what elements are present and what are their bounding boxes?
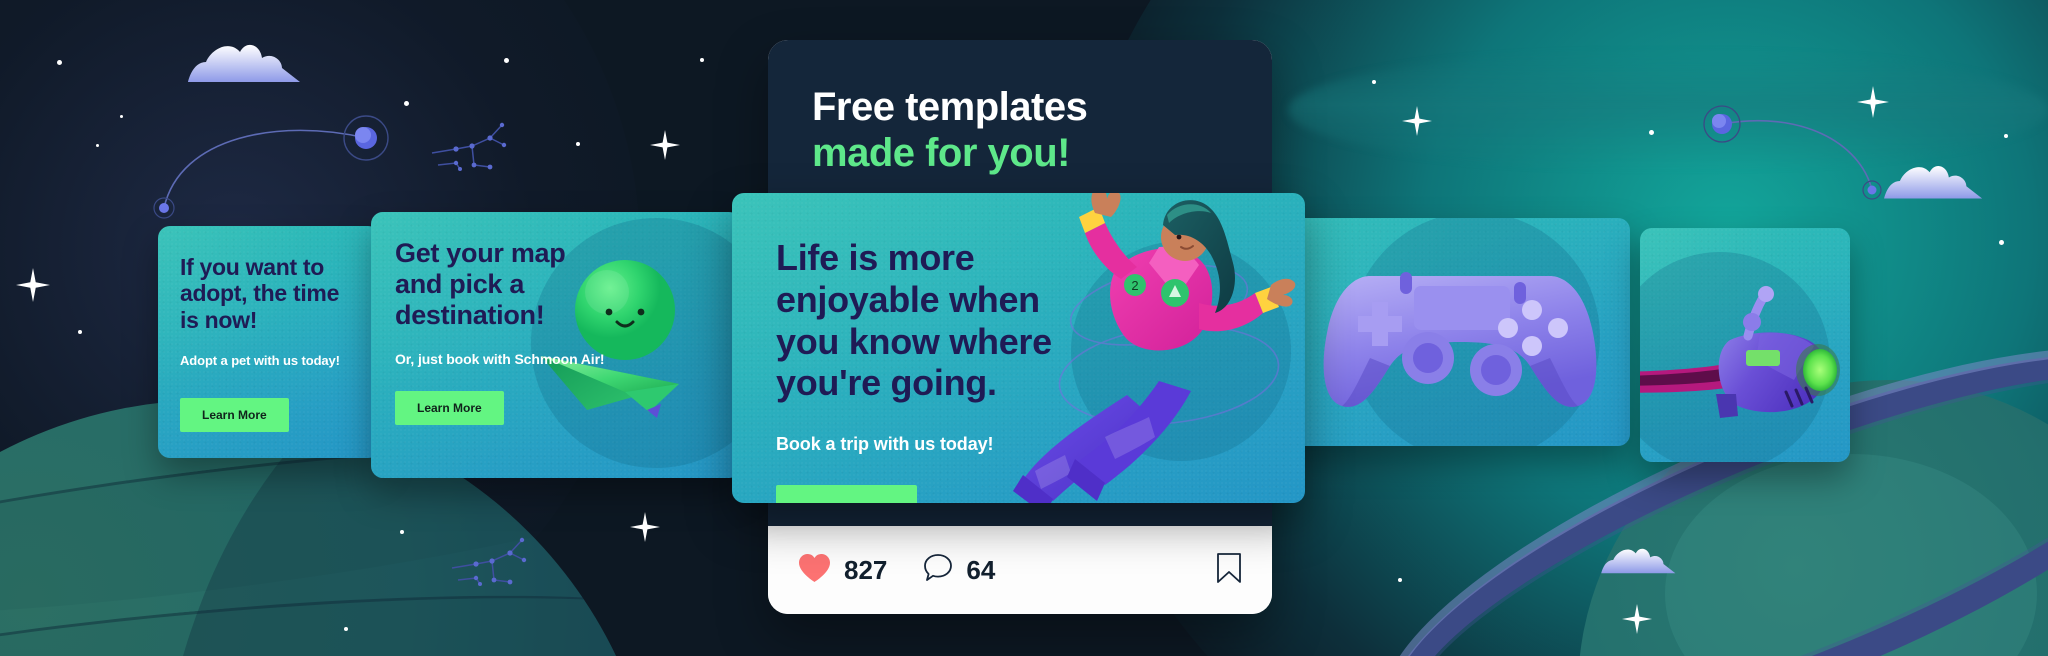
star-dot — [78, 330, 82, 334]
comment-bubble-icon[interactable] — [923, 553, 953, 588]
comment-metric[interactable]: 64 — [923, 553, 995, 588]
card-heading: Get your map and pick a destination! — [395, 238, 566, 331]
star-dot — [576, 142, 580, 146]
learn-more-button[interactable]: Learn More — [395, 391, 504, 426]
card-heading: Life is more enjoyable when you know whe… — [776, 237, 1052, 404]
star-dot — [344, 627, 348, 631]
card-subtext: Book a trip with us today! — [776, 434, 994, 454]
constellation-icon — [450, 520, 570, 600]
travel-map-card[interactable]: Get your map and pick a destination! Or,… — [371, 212, 741, 478]
post-card-title: Free templates made for you! — [812, 84, 1228, 177]
star-dot — [57, 60, 62, 65]
sparkle-star-icon — [1402, 106, 1432, 136]
star-dot — [400, 530, 404, 534]
star-dot — [504, 58, 509, 63]
star-dot — [700, 58, 704, 62]
sparkle-star-icon — [650, 130, 680, 160]
star-dot — [120, 115, 123, 118]
learn-more-button[interactable]: Learn More — [180, 398, 289, 433]
bookmark-icon[interactable] — [1216, 552, 1242, 588]
star-dot — [1398, 578, 1402, 582]
sparkle-star-icon — [1622, 604, 1652, 634]
scooter-card[interactable] — [1640, 228, 1850, 462]
cloud-icon — [186, 38, 304, 86]
comment-count: 64 — [966, 554, 996, 585]
life-is-more-enjoyable-card[interactable]: 2 Life is more enjoyable when you know w… — [732, 193, 1305, 503]
sparkle-star-icon — [630, 512, 660, 542]
card-subtext: Or, just book with Schmoon Air! — [395, 351, 605, 368]
star-dot — [1649, 130, 1654, 135]
orbiting-planet-arc — [150, 100, 400, 220]
post-title-line-2: made for you! — [812, 131, 1070, 176]
post-card-footer: 827 64 — [768, 526, 1272, 614]
futuristic-scooter-illustration — [1640, 286, 1850, 448]
like-metric[interactable]: 827 — [798, 553, 887, 588]
post-title-line-1: Free templates — [812, 85, 1088, 129]
sparkle-star-icon — [16, 268, 50, 302]
bookmark-button[interactable] — [1216, 552, 1242, 589]
cloud-icon — [1600, 544, 1678, 576]
star-dot — [96, 144, 99, 147]
like-count: 827 — [844, 554, 888, 585]
star-dot — [404, 101, 409, 106]
sparkle-star-icon — [1857, 86, 1889, 118]
star-dot — [1372, 80, 1376, 84]
card-subtext: Adopt a pet with us today! — [180, 353, 340, 369]
learn-more-button[interactable]: Learn More — [776, 485, 917, 503]
card-heading: If you want to adopt, the time is now! — [180, 254, 340, 333]
star-dot — [1999, 240, 2004, 245]
constellation-icon — [430, 105, 550, 185]
heart-icon[interactable] — [798, 553, 831, 588]
adopt-a-pet-card[interactable]: If you want to adopt, the time is now! A… — [158, 226, 380, 458]
star-dot — [2004, 134, 2008, 138]
